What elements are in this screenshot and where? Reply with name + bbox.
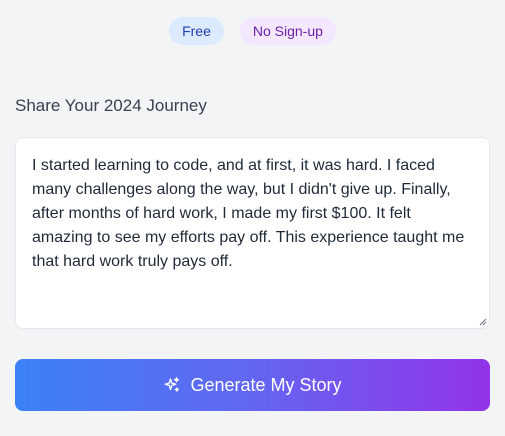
free-badge: Free <box>169 17 224 45</box>
story-textarea[interactable]: I started learning to code, and at first… <box>16 138 489 328</box>
no-signup-badge: No Sign-up <box>239 17 336 45</box>
resize-handle-icon[interactable] <box>479 318 487 326</box>
badge-row: Free No Sign-up <box>0 17 505 45</box>
sparkles-icon <box>165 377 180 392</box>
journey-label: Share Your 2024 Journey <box>15 96 207 115</box>
generate-story-button[interactable]: Generate My Story <box>15 359 490 411</box>
generate-story-label: Generate My Story <box>190 374 342 395</box>
story-input-container: I started learning to code, and at first… <box>15 137 490 329</box>
